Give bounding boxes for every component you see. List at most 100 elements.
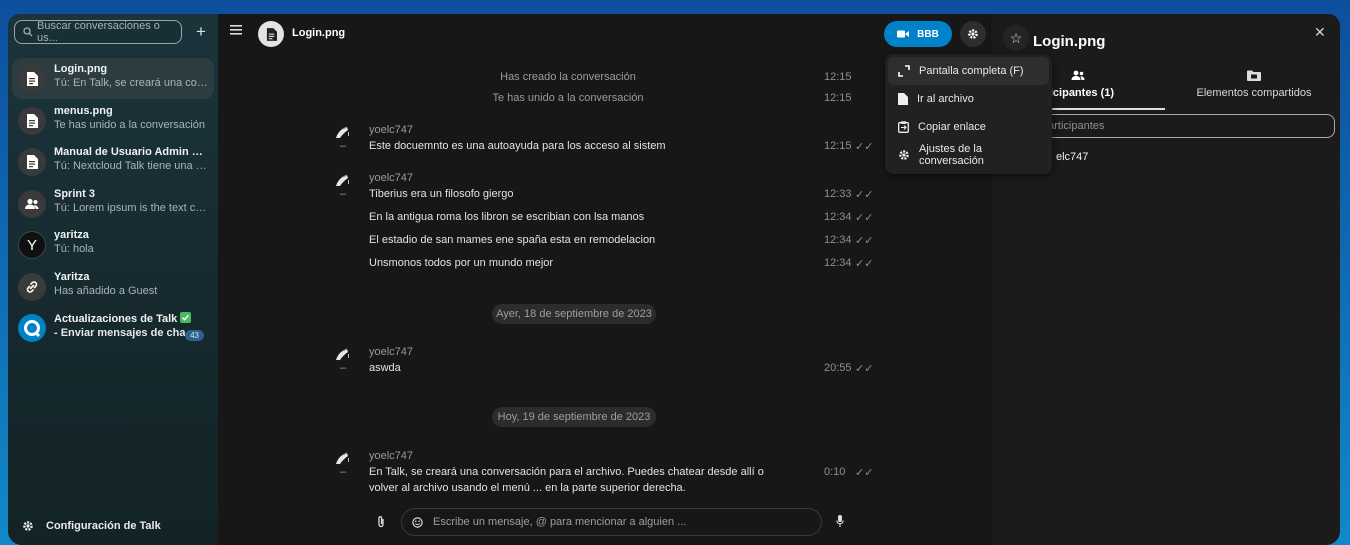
message-input-placeholder: Escribe un mensaje, @ para mencionar a a… [433,516,687,528]
gear-icon [23,521,33,531]
chat-panel: Login.png BBB Has creado la conversación… [218,14,996,545]
read-check-icon: ✓✓ [855,189,874,201]
conversation-last-message: Te has unido a la conversación [54,118,206,131]
menu-item-label: Pantalla completa (F) [919,65,1024,77]
user-avatar: Y [18,231,46,259]
system-message: Te has unido a la conversación 12:15 [218,92,990,110]
file-avatar-icon [18,148,46,176]
search-input[interactable]: Buscar conversaciones o us... [14,20,182,44]
gear-icon [968,29,978,39]
conversation-item[interactable]: menus.png Te has unido a la conversación [12,100,214,141]
conversation-last-message: Tú: En Talk, se creará una conv... [54,77,210,89]
message-author: yoelc747 [369,450,414,462]
participants-icon [1071,70,1085,80]
user-avatar-icon [336,174,349,186]
microphone-icon[interactable] [836,515,844,527]
menu-item-conversation-settings[interactable]: Ajustes de la conversación [888,141,1049,169]
file-icon [898,93,908,105]
conversation-name: Login.png [54,63,108,75]
menu-item-label: Copiar enlace [918,121,986,133]
conversation-last-message: Tú: hola [54,243,94,255]
tab-participants-label: rticipantes (1) [1041,87,1115,99]
conversation-item[interactable]: Yaritza Has añadido a Guest [12,266,214,307]
talk-settings-button[interactable]: Configuración de Talk [22,520,161,532]
file-avatar-icon [258,21,284,47]
menu-item-label: Ir al archivo [917,93,974,105]
conversation-name: Sprint 3 [54,187,95,200]
date-separator: Ayer, 18 de septiembre de 2023 [492,304,656,324]
conversation-item[interactable]: Y yaritza Tú: hola [12,224,214,265]
message-time: 12:34 [824,211,852,223]
search-placeholder: Buscar conversaciones o us... [37,20,160,44]
start-call-button[interactable]: BBB [884,21,952,47]
conversation-item[interactable]: Manual de Usuario Admin Co... Tú: Nextcl… [12,141,214,182]
message-time: 0:10 [824,466,846,478]
conversation-name: Actualizaciones de Talk [54,313,178,325]
conversation-item[interactable]: Login.png Tú: En Talk, se creará una con… [12,58,214,99]
read-check-icon: ✓✓ [855,363,874,375]
message-input[interactable]: Escribe un mensaje, @ para mencionar a a… [401,508,822,536]
menu-item-go-to-file[interactable]: Ir al archivo [888,85,1049,113]
message-text: Tiberius era un filosofo giergo [369,188,514,200]
conversation-last-message: Tú: Lorem ipsum is the text co... [54,201,210,214]
new-conversation-button[interactable]: + [192,23,210,41]
favorite-star-icon[interactable]: ☆ [1003,25,1029,51]
message-time: 12:34 [824,234,852,246]
message-text: Este docuemnto es una autoayuda para los… [369,140,666,152]
read-check-icon: ✓✓ [855,141,874,153]
participant-item[interactable]: elc747 [1056,151,1088,163]
talk-settings-label: Configuración de Talk [46,520,161,532]
message-time: 20:55 [824,362,852,374]
user-avatar-icon [336,452,349,464]
conversation-actions-button[interactable] [960,21,986,47]
conversation-name-row: Actualizaciones de Talk [54,312,210,326]
message-time: 12:34 [824,257,852,269]
conversation-name: Yaritza [54,270,90,283]
conversation-sidebar: Buscar conversaciones o us... + Login.pn… [8,14,218,545]
conversation-actions-menu: Pantalla completa (F) Ir al archivo Copi… [885,54,1052,174]
gear-icon [899,150,909,160]
system-message-text: Te has unido a la conversación [492,92,644,104]
fullscreen-icon [898,65,910,77]
user-avatar-icon [336,348,349,360]
search-icon [23,27,33,37]
message-time: 12:15 [824,92,852,104]
emoji-icon[interactable] [412,516,423,528]
conversation-list: Login.png Tú: En Talk, se creará una con… [12,58,214,349]
conversation-item[interactable]: Sprint 3 Tú: Lorem ipsum is the text co.… [12,183,214,224]
message-time: 12:15 [824,71,852,83]
message-text: El estadio de san mames ene spaña esta e… [369,234,656,246]
message-composer: Escribe un mensaje, @ para mencionar a a… [218,506,990,540]
tab-shared-items[interactable]: Elementos compartidos [1167,64,1340,110]
paperclip-icon[interactable] [377,515,385,528]
sidebar-title: Login.png [1033,33,1106,50]
message-author: yoelc747 [369,346,414,358]
tab-shared-items-label: Elementos compartidos [1196,87,1312,99]
system-message: Has creado la conversación 12:15 [218,71,990,89]
file-avatar-icon [18,106,46,135]
talk-logo-icon [18,314,46,342]
author-dash: – [340,140,347,152]
file-avatar-icon [18,65,46,93]
group-avatar-icon [18,189,46,218]
conversation-item[interactable]: Actualizaciones de Talk - Enviar mensaje… [12,307,214,348]
verified-check-icon [180,312,192,323]
close-icon[interactable]: ✕ [1314,24,1326,41]
conversation-last-message: Tú: Nextcloud Talk tiene una s... [54,160,210,172]
menu-item-label: Ajustes de la conversación [919,143,984,167]
author-dash: – [340,466,347,478]
conversation-last-message: Has añadido a Guest [54,284,158,297]
menu-item-copy-link[interactable]: Copiar enlace [888,113,1049,141]
menu-item-fullscreen[interactable]: Pantalla completa (F) [888,57,1049,85]
clipboard-icon [898,121,909,133]
message-author: yoelc747 [369,172,414,184]
unread-count-badge: 43 [185,330,204,341]
hamburger-menu-icon[interactable] [230,25,242,35]
read-check-icon: ✓✓ [855,235,874,247]
read-check-icon: ✓✓ [855,467,874,479]
conversation-name: menus.png [54,104,113,117]
message-text: En Talk, se creará una conversación para… [369,466,764,494]
message-text: Unsmonos todos por un mundo mejor [369,257,554,269]
conversation-name: Manual de Usuario Admin Co... [54,146,210,158]
call-label: BBB [917,28,939,40]
